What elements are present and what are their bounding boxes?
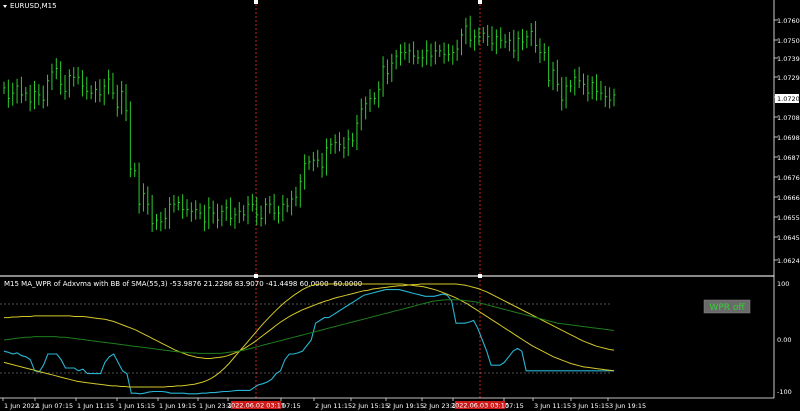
price-axis-label: 1.06980 [777, 134, 800, 142]
wpr-off-label: WPR off [709, 303, 745, 313]
separator-time-label: 2022.06.02 03:15 [227, 402, 285, 410]
price-axis-label: 1.07500 [777, 37, 800, 45]
time-axis-label: 3 Jun 11:15 [534, 402, 571, 410]
price-axis-label: 1.06870 [777, 154, 800, 162]
price-axis-label: 1.06765 [777, 174, 800, 182]
time-axis-label: 2 Jun 15:15 [352, 402, 389, 410]
time-axis[interactable]: 1 Jun 20221 Jun 07:15 1 Jun 11:15 1 Jun 15… [2, 398, 646, 410]
separator-time-label: 2022.06.03 03:15 [451, 402, 509, 410]
separator-marker [478, 274, 482, 278]
symbol-label: EURUSD,M15 [10, 2, 57, 10]
price-axis-label: 1.06555 [777, 214, 800, 222]
current-price-value: 1.07200 [777, 95, 800, 103]
separator-marker [478, 0, 482, 4]
indicator-lines [3, 283, 615, 395]
time-axis-label: 2 Jun 11:15 [315, 402, 352, 410]
price-axis[interactable]: 1.07605 1.07500 1.07395 1.07290 1.07080 1.069… [774, 17, 800, 265]
separator-marker [254, 0, 258, 4]
time-axis-label: 2 Jun 19:15 [387, 402, 424, 410]
indicator-axis-label: 0.00 [777, 336, 791, 344]
time-axis-label: 3 Jun 19:15 [609, 402, 646, 410]
time-axis-label: 1 Jun 2022 [4, 402, 39, 410]
time-axis-label: 3 Jun 15:15 [572, 402, 609, 410]
indicator-axis[interactable]: 100 0.00 -100 [777, 280, 792, 396]
indicator-axis-label: 100 [777, 280, 789, 288]
separator-marker [254, 274, 258, 278]
wpr-line [3, 289, 614, 395]
trading-chart[interactable]: EURUSD,M15 M15 MA_WPR of Adxvma with BB … [0, 0, 800, 411]
price-axis-label: 1.07605 [777, 17, 800, 25]
time-axis-label: 1 Jun 07:15 [36, 402, 73, 410]
price-axis-label: 1.06450 [777, 234, 800, 242]
price-axis-label: 1.07290 [777, 74, 800, 82]
price-axis-label: 1.06240 [777, 257, 800, 265]
price-axis-label: 1.07395 [777, 55, 800, 63]
price-pane[interactable] [0, 0, 774, 275]
lower-band-line [3, 283, 615, 388]
time-axis-label: 1 Jun 19:15 [159, 402, 196, 410]
time-axis-label: 1 Jun 15:15 [118, 402, 155, 410]
upper-band-line [4, 283, 615, 359]
indicator-axis-label: -100 [777, 388, 792, 396]
price-axis-label: 1.07080 [777, 114, 800, 122]
time-axis-label: 1 Jun 11:15 [77, 402, 114, 410]
price-axis-label: 1.06660 [777, 194, 800, 202]
